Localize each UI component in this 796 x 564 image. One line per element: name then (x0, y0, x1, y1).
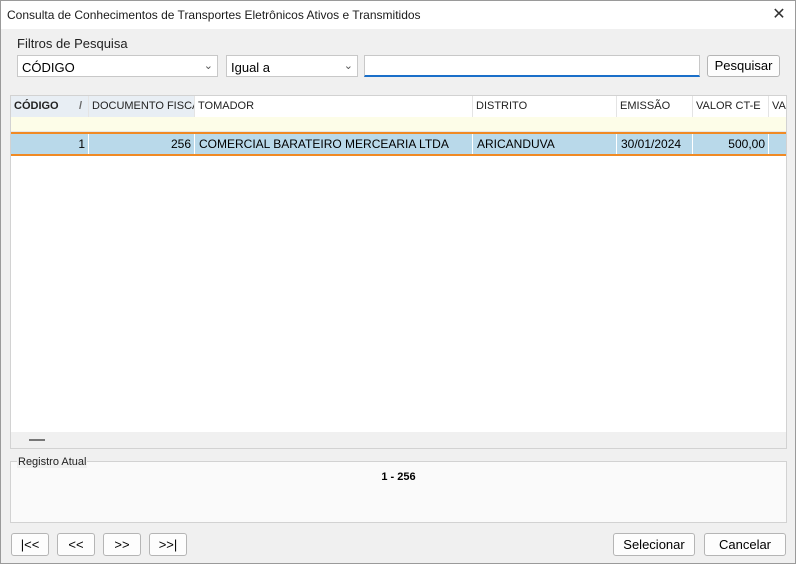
search-input[interactable] (364, 55, 700, 77)
column-header-val[interactable]: VAL (769, 96, 786, 117)
column-header-distrito[interactable]: DISTRITO (473, 96, 617, 117)
cell-codigo: 1 (11, 134, 89, 154)
cell-emissao: 30/01/2024 (617, 134, 693, 154)
first-record-button[interactable]: |<< (11, 533, 49, 556)
column-header-label: CÓDIGO (14, 100, 59, 112)
results-grid: CÓDIGO / DOCUMENTO FISCAL TOMADOR DISTRI… (10, 95, 787, 449)
table-row[interactable]: 1 256 COMERCIAL BARATEIRO MERCEARIA LTDA… (11, 132, 786, 156)
previous-record-button[interactable]: << (57, 533, 95, 556)
cell-documento: 256 (89, 134, 195, 154)
operator-select[interactable]: Igual a ⌄ (226, 55, 358, 77)
current-record-value: 1 - 256 (381, 471, 416, 483)
column-header-valor[interactable]: VALOR CT-E (693, 96, 769, 117)
column-header-tomador[interactable]: TOMADOR (195, 96, 473, 117)
column-header-documento[interactable]: DOCUMENTO FISCAL (89, 96, 195, 117)
cell-tomador: COMERCIAL BARATEIRO MERCEARIA LTDA (195, 134, 473, 154)
cell-distrito: ARICANDUVA (473, 134, 617, 154)
chevron-down-icon: ⌄ (343, 60, 353, 72)
filter-legend: Filtros de Pesquisa (17, 36, 128, 51)
current-record-panel: Registro Atual 1 - 256 (10, 456, 787, 523)
chevron-down-icon: ⌄ (203, 60, 213, 72)
field-select[interactable]: CÓDIGO ⌄ (17, 55, 218, 77)
grid-filter-row[interactable] (11, 117, 786, 132)
column-header-codigo[interactable]: CÓDIGO / (11, 96, 89, 117)
horizontal-scrollbar[interactable] (11, 432, 786, 448)
operator-select-value: Igual a (231, 60, 271, 75)
search-button[interactable]: Pesquisar (707, 55, 780, 77)
select-button[interactable]: Selecionar (613, 533, 695, 556)
field-select-value: CÓDIGO (22, 60, 75, 75)
sort-icon: / (78, 100, 82, 112)
next-record-button[interactable]: >> (103, 533, 141, 556)
cell-extra (769, 134, 786, 154)
last-record-button[interactable]: >>| (149, 533, 187, 556)
dialog-window: Consulta de Conhecimentos de Transportes… (0, 0, 796, 564)
cancel-button[interactable]: Cancelar (704, 533, 786, 556)
title-bar: Consulta de Conhecimentos de Transportes… (1, 1, 795, 29)
window-title: Consulta de Conhecimentos de Transportes… (7, 8, 421, 22)
current-record-label: Registro Atual (17, 456, 88, 468)
close-icon[interactable]: ✕ (769, 5, 789, 25)
cell-valor: 500,00 (693, 134, 769, 154)
scrollbar-thumb[interactable] (29, 439, 45, 441)
grid-header: CÓDIGO / DOCUMENTO FISCAL TOMADOR DISTRI… (11, 96, 786, 118)
column-header-emissao[interactable]: EMISSÃO (617, 96, 693, 117)
